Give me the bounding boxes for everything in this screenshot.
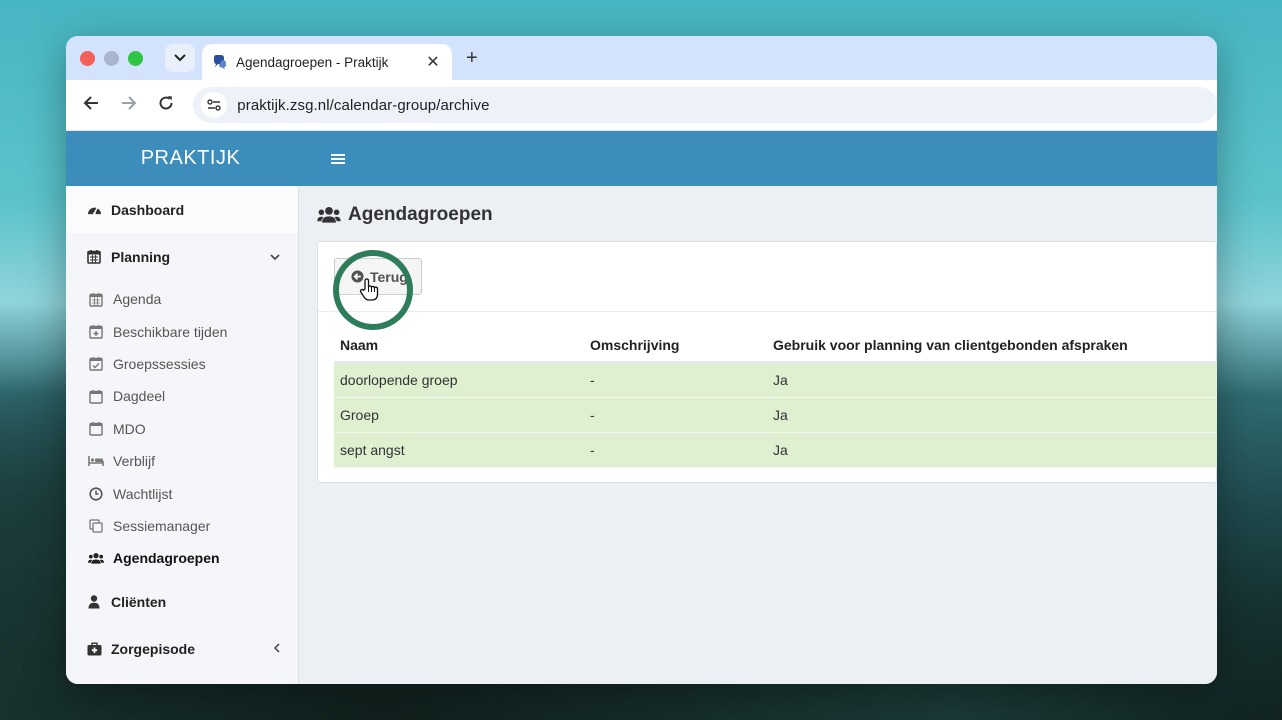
calendar-icon <box>88 389 104 404</box>
sidebar-label-dashboard: Dashboard <box>111 201 185 218</box>
sidebar-label-wachtlijst: Wachtlijst <box>113 485 173 502</box>
content-box: Terug Naam Omschrijving Gebruik voor pla… <box>317 241 1217 483</box>
sidebar-item-agendagroepen[interactable]: Agendagroepen <box>66 542 298 574</box>
sidebar-item-agenda[interactable]: Agenda <box>66 283 298 315</box>
medkit-icon <box>86 642 102 656</box>
sidebar-item-dashboard[interactable]: Dashboard <box>66 186 298 233</box>
planning-submenu: Agenda Beschikbare tijden Groepssessies … <box>66 280 298 579</box>
chevron-down-icon <box>174 54 186 62</box>
reload-button[interactable] <box>148 95 186 116</box>
chevron-down-icon <box>270 250 280 264</box>
arrow-left-icon <box>83 95 98 110</box>
app-logo[interactable]: PRAKTIJK <box>66 147 315 170</box>
column-header-gebruik[interactable]: Gebruik voor planning van clientgebonden… <box>767 328 1217 363</box>
new-tab-button[interactable]: + <box>466 48 478 68</box>
site-settings-icon[interactable] <box>201 92 228 118</box>
sidebar-label-verblijf: Verblijf <box>113 453 156 470</box>
sidebar-label-agendagroepen: Agendagroepen <box>113 550 220 567</box>
arrow-right-icon <box>121 95 137 110</box>
users-icon <box>317 206 341 224</box>
maximize-window-button[interactable] <box>128 50 143 66</box>
table-row[interactable]: doorlopende groep - Ja <box>334 362 1217 398</box>
cell-naam: doorlopende groep <box>334 362 584 398</box>
sidebar-item-verblijf[interactable]: Verblijf <box>66 445 298 477</box>
dashboard-icon <box>86 203 102 216</box>
hand-cursor-icon <box>359 278 379 301</box>
sidebar-item-clienten[interactable]: Cliënten <box>66 579 298 626</box>
cell-omschrijving: - <box>584 397 767 433</box>
column-header-omschrijving[interactable]: Omschrijving <box>584 328 767 363</box>
sidebar-item-wachtlijst[interactable]: Wachtlijst <box>66 477 298 509</box>
minimize-window-button[interactable] <box>104 50 119 66</box>
app-header: PRAKTIJK <box>66 131 1217 186</box>
tab-title: Agendagroepen - Praktijk <box>236 54 389 70</box>
close-window-button[interactable] <box>80 50 95 66</box>
main-content: Agendagroepen Terug Naam Omschrijving Ge… <box>299 186 1217 684</box>
sidebar-toggle-icon[interactable] <box>331 153 345 165</box>
clock-icon <box>88 486 104 501</box>
sidebar-item-mdo[interactable]: MDO <box>66 413 298 445</box>
cell-omschrijving: - <box>584 432 767 468</box>
sidebar-item-dagdeel[interactable]: Dagdeel <box>66 380 298 412</box>
tab-strip: Agendagroepen - Praktijk ✕ + <box>66 36 1217 80</box>
close-tab-icon[interactable]: ✕ <box>424 52 442 72</box>
forward-nav-button[interactable] <box>110 95 148 116</box>
column-header-naam[interactable]: Naam <box>334 328 584 363</box>
calendar-icon <box>88 292 104 307</box>
browser-toolbar: praktijk.zsg.nl/calendar-group/archive <box>66 80 1217 131</box>
url-text: praktijk.zsg.nl/calendar-group/archive <box>237 96 490 114</box>
users-icon <box>88 552 104 565</box>
cell-gebruik: Ja <box>767 432 1217 468</box>
agendagroepen-table: Naam Omschrijving Gebruik voor planning … <box>334 328 1217 468</box>
page-title-text: Agendagroepen <box>348 204 493 225</box>
app-body: Dashboard Planning Agenda Beschikbare ti… <box>66 186 1217 684</box>
calendar-icon <box>88 421 104 436</box>
calendar-icon <box>86 249 102 264</box>
sidebar: Dashboard Planning Agenda Beschikbare ti… <box>66 186 299 684</box>
calendar-plus-icon <box>88 324 104 339</box>
table-row[interactable]: Groep - Ja <box>334 397 1217 433</box>
cell-naam: sept angst <box>334 432 584 468</box>
box-header: Terug <box>318 242 1216 330</box>
tab-search-button[interactable] <box>165 44 195 72</box>
sidebar-label-agenda: Agenda <box>113 291 162 308</box>
page-title: Agendagroepen <box>317 202 1217 228</box>
cell-gebruik: Ja <box>767 362 1217 398</box>
bed-icon <box>88 455 104 467</box>
sidebar-item-beschikbare-tijden[interactable]: Beschikbare tijden <box>66 315 298 347</box>
sidebar-label-beschikbare-tijden: Beschikbare tijden <box>113 323 228 340</box>
table-header-row: Naam Omschrijving Gebruik voor planning … <box>334 328 1217 363</box>
user-icon <box>86 595 102 609</box>
cell-naam: Groep <box>334 397 584 433</box>
sidebar-item-zorgepisode[interactable]: Zorgepisode <box>66 626 298 673</box>
browser-window: Agendagroepen - Praktijk ✕ + praktijk.zs… <box>66 36 1217 684</box>
window-controls <box>80 50 143 66</box>
cell-omschrijving: - <box>584 362 767 398</box>
sidebar-item-planning[interactable]: Planning <box>66 233 298 280</box>
sidebar-label-planning: Planning <box>111 248 171 265</box>
cell-gebruik: Ja <box>767 397 1217 433</box>
sidebar-label-dagdeel: Dagdeel <box>113 388 166 405</box>
sidebar-label-clienten: Cliënten <box>111 594 167 611</box>
table-row[interactable]: sept angst - Ja <box>334 432 1217 468</box>
sidebar-label-sessiemanager: Sessiemanager <box>113 517 211 534</box>
back-nav-button[interactable] <box>72 95 110 116</box>
chevron-left-icon <box>273 642 280 656</box>
sidebar-label-zorgepisode: Zorgepisode <box>111 641 196 658</box>
browser-tab-active[interactable]: Agendagroepen - Praktijk ✕ <box>202 44 452 80</box>
sidebar-item-sessiemanager[interactable]: Sessiemanager <box>66 510 298 542</box>
sidebar-label-groepssessies: Groepssessies <box>113 355 206 372</box>
address-bar[interactable]: praktijk.zsg.nl/calendar-group/archive <box>193 87 1217 123</box>
calendar-check-icon <box>88 356 104 372</box>
copy-icon <box>88 519 104 533</box>
sidebar-label-mdo: MDO <box>113 420 146 437</box>
sidebar-item-groepssessies[interactable]: Groepssessies <box>66 348 298 380</box>
favicon-icon <box>214 55 226 70</box>
reload-icon <box>159 95 173 110</box>
